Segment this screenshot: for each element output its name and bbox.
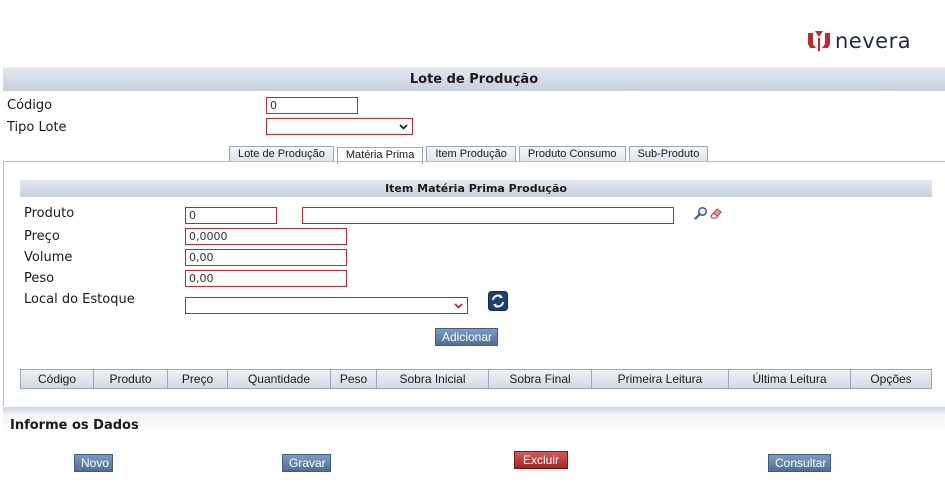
new-button[interactable]: Novo: [74, 454, 113, 472]
delete-button[interactable]: Excluir: [514, 451, 568, 469]
preco-label: Preço: [24, 229, 60, 244]
produto-code-input[interactable]: 0: [185, 207, 277, 224]
refresh-icon[interactable]: [488, 291, 508, 311]
page-title-bar: Lote de Produção: [3, 67, 945, 91]
tab-lote-de-producao[interactable]: Lote de Produção: [229, 146, 334, 162]
brand-logo: nevera: [806, 28, 928, 54]
peso-label: Peso: [24, 271, 55, 286]
column-header-primeira-leitura[interactable]: Primeira Leitura: [592, 370, 729, 388]
footer-title: Informe os Dados: [10, 418, 139, 433]
tab-produto-consumo[interactable]: Produto Consumo: [518, 146, 626, 162]
page-title: Lote de Produção: [409, 72, 539, 87]
column-header-sobra-final[interactable]: Sobra Final: [489, 370, 592, 388]
column-header-peso[interactable]: Peso: [331, 370, 377, 388]
column-header-codigo[interactable]: Código: [21, 370, 94, 388]
tab-item-producao[interactable]: Item Produção: [426, 146, 516, 162]
logo-text: nevera: [835, 29, 912, 53]
items-table-header: Código Produto Preço Quantidade Peso Sob…: [20, 369, 932, 389]
eraser-icon[interactable]: [709, 206, 723, 220]
column-header-preco[interactable]: Preço: [168, 370, 228, 388]
chevron-down-icon: [454, 303, 463, 309]
codigo-label: Código: [7, 98, 53, 113]
volume-label: Volume: [24, 250, 73, 265]
tipo-lote-label: Tipo Lote: [7, 120, 67, 135]
volume-input[interactable]: 0,00: [185, 249, 347, 266]
local-estoque-label: Local do Estoque: [24, 292, 135, 307]
column-header-opcoes[interactable]: Opções: [851, 370, 931, 388]
tab-panel-left-border: [3, 161, 4, 406]
column-header-quantidade[interactable]: Quantidade: [228, 370, 331, 388]
preco-input[interactable]: 0,0000: [185, 228, 347, 245]
query-button[interactable]: Consultar: [768, 454, 831, 472]
footer-bar: [3, 407, 945, 435]
logo-mark-icon: [808, 31, 830, 51]
tab-panel-border: [3, 161, 945, 162]
tipo-lote-select[interactable]: [266, 118, 413, 135]
add-button[interactable]: Adicionar: [435, 328, 498, 346]
produto-description-input[interactable]: [302, 207, 674, 224]
search-icon[interactable]: [694, 206, 708, 220]
column-header-ultima-leitura[interactable]: Última Leitura: [729, 370, 851, 388]
local-estoque-select[interactable]: [185, 297, 468, 314]
save-button[interactable]: Gravar: [282, 454, 331, 472]
codigo-input[interactable]: 0: [266, 97, 358, 114]
column-header-produto[interactable]: Produto: [94, 370, 168, 388]
section-title-bar: Item Matéria Prima Produção: [20, 180, 932, 197]
peso-input[interactable]: 0,00: [185, 270, 347, 287]
chevron-down-icon: [399, 124, 408, 130]
tab-sub-produto[interactable]: Sub-Produto: [628, 146, 709, 162]
produto-label: Produto: [24, 206, 75, 221]
section-title: Item Matéria Prima Produção: [385, 182, 567, 195]
column-header-sobra-inicial[interactable]: Sobra Inicial: [377, 370, 489, 388]
